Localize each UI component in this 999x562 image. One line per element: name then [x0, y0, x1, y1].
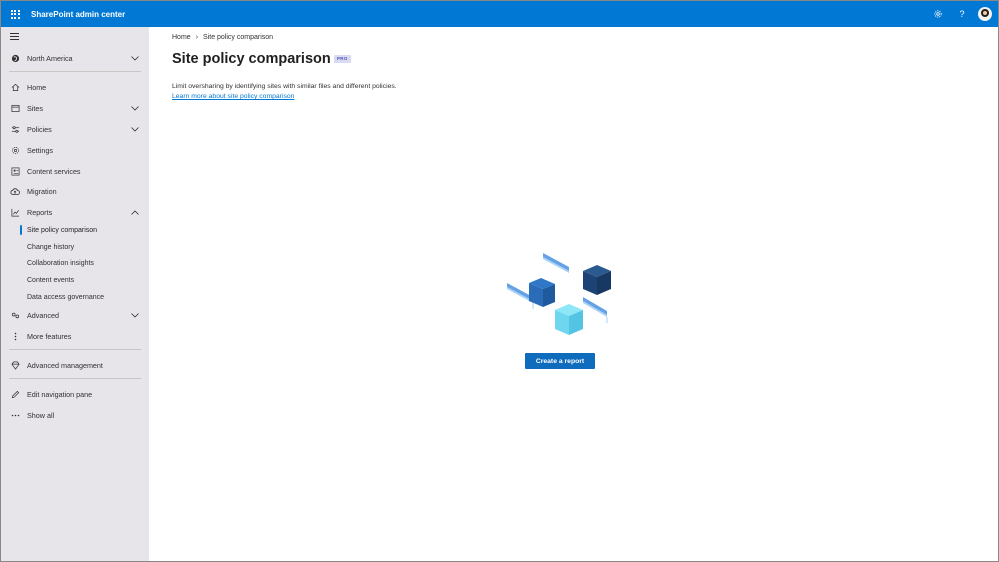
gear-icon: [934, 10, 942, 18]
diamond-icon: [10, 360, 20, 370]
cloud-upload-icon: [10, 186, 20, 196]
create-report-button[interactable]: Create a report: [525, 353, 595, 369]
sidebar-item-edit-navigation[interactable]: Edit navigation pane: [1, 385, 149, 403]
region-label: North America: [27, 53, 73, 63]
sites-icon: [10, 103, 20, 113]
more-horizontal-icon: [10, 410, 20, 420]
learn-more-link[interactable]: Learn more about site policy comparison: [172, 93, 294, 100]
sidebar-item-settings[interactable]: Settings: [1, 141, 149, 159]
sidebar-item-policies[interactable]: Policies: [1, 120, 149, 138]
pencil-icon: [10, 389, 20, 399]
chevron-down-icon: [131, 54, 139, 62]
sidebar-item-label: Migration: [27, 186, 57, 196]
sidebar-item-label: More features: [27, 331, 72, 341]
sidebar-item-label: Content events: [27, 276, 75, 284]
sidebar: North America Home Sites Policies Settin…: [1, 27, 149, 561]
sidebar-item-more-features[interactable]: More features: [1, 327, 149, 345]
hamburger-icon: [10, 33, 19, 34]
sidebar-item-site-policy-comparison[interactable]: Site policy comparison: [1, 222, 149, 238]
cubes-illustration: [507, 253, 611, 335]
region-selector[interactable]: North America: [1, 49, 149, 67]
nav-divider: [9, 71, 141, 72]
top-bar: SharePoint admin center ?: [1, 1, 998, 27]
avatar[interactable]: [978, 7, 992, 21]
page-description: Limit oversharing by identifying sites w…: [172, 83, 397, 90]
page-title: Site policy comparison: [172, 51, 331, 67]
chevron-down-icon: [131, 311, 139, 319]
sidebar-item-label: Change history: [27, 243, 75, 251]
sidebar-item-change-history[interactable]: Change history: [1, 239, 149, 255]
chevron-down-icon: [131, 104, 139, 112]
sidebar-item-label: Site policy comparison: [27, 226, 98, 234]
chevron-down-icon: [131, 125, 139, 133]
pro-badge: PRO: [334, 55, 351, 63]
sidebar-item-label: Advanced management: [27, 360, 103, 370]
nav-divider: [9, 378, 141, 379]
gear-icon: [10, 145, 20, 155]
active-indicator: [20, 225, 22, 235]
sidebar-item-label: Data access governance: [27, 293, 105, 301]
chart-icon: [10, 207, 20, 217]
home-icon: [10, 82, 20, 92]
nav-divider: [9, 349, 141, 350]
sidebar-item-data-access-governance[interactable]: Data access governance: [1, 289, 149, 305]
sidebar-item-label: Home: [27, 82, 47, 92]
sidebar-item-content-events[interactable]: Content events: [1, 272, 149, 288]
help-icon: ?: [959, 9, 965, 19]
sidebar-item-home[interactable]: Home: [1, 78, 149, 96]
sidebar-item-label: Reports: [27, 207, 53, 217]
sidebar-item-content-services[interactable]: Content services: [1, 162, 149, 180]
sidebar-item-reports[interactable]: Reports: [1, 203, 149, 221]
top-bar-actions: ?: [926, 1, 998, 27]
app-window: SharePoint admin center ? North America: [0, 0, 999, 562]
chevron-up-icon: [131, 208, 139, 216]
sidebar-item-sites[interactable]: Sites: [1, 99, 149, 117]
sidebar-item-label: Show all: [27, 410, 55, 420]
sidebar-item-label: Sites: [27, 103, 43, 113]
help-button[interactable]: ?: [950, 1, 974, 27]
sidebar-item-collaboration-insights[interactable]: Collaboration insights: [1, 255, 149, 271]
sidebar-item-advanced-management[interactable]: Advanced management: [1, 356, 149, 374]
breadcrumb-current: Site policy comparison: [203, 34, 274, 41]
sidebar-item-show-all[interactable]: Show all: [1, 406, 149, 424]
breadcrumb: Home › Site policy comparison: [172, 34, 273, 41]
sidebar-item-label: Content services: [27, 166, 81, 176]
settings-button[interactable]: [926, 1, 950, 27]
globe-icon: [10, 53, 20, 63]
app-launcher-button[interactable]: [1, 1, 29, 27]
content-services-icon: [10, 166, 20, 176]
sidebar-item-advanced[interactable]: Advanced: [1, 306, 149, 324]
sidebar-item-migration[interactable]: Migration: [1, 182, 149, 200]
collapse-nav-button[interactable]: [10, 33, 19, 42]
main-content: Home › Site policy comparison Site polic…: [149, 27, 998, 561]
more-vertical-icon: [10, 331, 20, 341]
sidebar-item-label: Collaboration insights: [27, 259, 94, 267]
sidebar-item-label: Edit navigation pane: [27, 389, 93, 399]
app-launcher-icon: [10, 9, 20, 19]
sidebar-item-label: Policies: [27, 124, 52, 134]
sidebar-item-label: Advanced: [27, 310, 59, 320]
chevron-right-icon: ›: [195, 34, 199, 41]
policies-icon: [10, 124, 20, 134]
app-title[interactable]: SharePoint admin center: [31, 10, 125, 19]
advanced-icon: [10, 310, 20, 320]
sidebar-item-label: Settings: [27, 145, 53, 155]
breadcrumb-home-link[interactable]: Home: [172, 34, 191, 41]
